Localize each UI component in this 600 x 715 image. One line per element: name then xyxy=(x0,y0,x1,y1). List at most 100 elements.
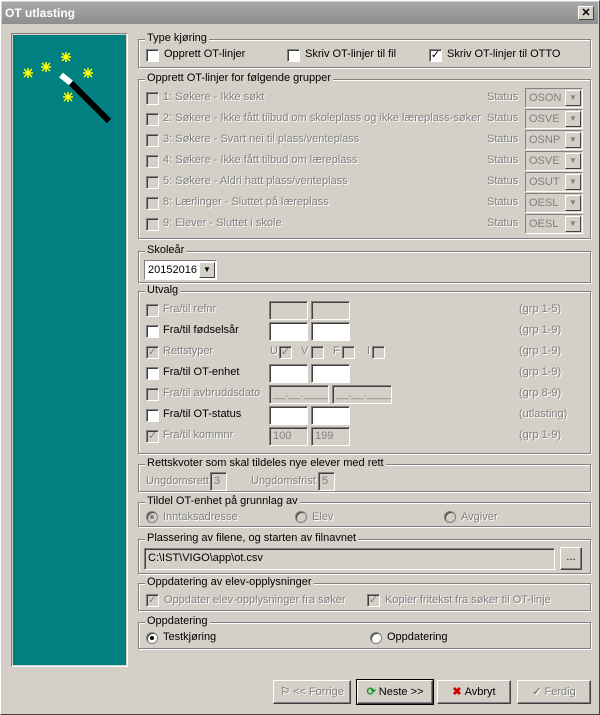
utvalg-checkbox[interactable]: ✓ xyxy=(146,346,159,359)
skolear-value: 20152016 xyxy=(148,264,197,276)
rett-u-checkbox[interactable]: ✓ xyxy=(279,346,292,359)
utvalg-checkbox[interactable] xyxy=(146,325,159,338)
group-title: Plassering av filene, og starten av filn… xyxy=(145,532,359,544)
fra-field[interactable] xyxy=(269,301,308,320)
status-label: Status xyxy=(487,133,519,145)
utvalg-label: Fra/til OT-status xyxy=(163,408,242,420)
gruppe-checkbox[interactable] xyxy=(146,113,159,126)
til-field[interactable] xyxy=(311,322,350,341)
radio-avgiver[interactable] xyxy=(444,511,456,523)
group-title: Utvalg xyxy=(145,284,181,296)
back-button[interactable]: ⚐ << Forrige xyxy=(273,680,351,704)
status-select[interactable]: OSON ▼ xyxy=(525,88,583,108)
til-field[interactable]: __.__.____ xyxy=(332,385,392,404)
fra-field[interactable]: 100 xyxy=(269,427,308,446)
chevron-down-icon[interactable]: ▼ xyxy=(565,216,581,232)
chevron-down-icon[interactable]: ▼ xyxy=(565,174,581,190)
dialog-window: OT utlasting ✕ Type kjøring Opprett OT-l… xyxy=(0,0,600,715)
chevron-down-icon[interactable]: ▼ xyxy=(565,111,581,127)
skriv-til-otto-checkbox[interactable]: ✓ xyxy=(429,49,442,62)
status-select[interactable]: OSNP ▼ xyxy=(525,130,583,150)
utvalg-label: Fra/til OT-enhet xyxy=(163,366,240,378)
status-select[interactable]: OESL ▼ xyxy=(525,193,583,213)
til-field[interactable] xyxy=(311,301,350,320)
oppdater-elev-checkbox[interactable]: ✓ xyxy=(146,594,159,607)
finish-button[interactable]: ✓ Ferdig xyxy=(517,680,591,704)
radio-oppdatering[interactable] xyxy=(370,632,382,644)
til-field[interactable]: 199 xyxy=(311,427,350,446)
gruppe-label: 4: Søkere - Ikke fått tilbud om læreplas… xyxy=(163,154,358,166)
opprett-ot-linjer-checkbox[interactable] xyxy=(146,49,159,62)
close-button[interactable]: ✕ xyxy=(578,6,594,20)
gruppe-label: 8: Lærlinger - Sluttet på læreplass xyxy=(163,196,329,208)
group-title: Oppdatering av elev-opplysninger xyxy=(145,576,314,588)
gruppe-checkbox[interactable] xyxy=(146,218,159,231)
chevron-down-icon[interactable]: ▼ xyxy=(199,262,215,278)
checkmark-icon: ✓ xyxy=(532,686,542,698)
group-rettskvoter: Rettskvoter som skal tildeles nye elever… xyxy=(138,457,591,492)
utvalg-checkbox[interactable] xyxy=(146,304,159,317)
status-select[interactable]: OESL ▼ xyxy=(525,214,583,234)
chevron-down-icon[interactable]: ▼ xyxy=(565,153,581,169)
utvalg-label: Fra/til fødselsår xyxy=(163,324,239,336)
finish-label: Ferdig xyxy=(544,686,576,698)
group-oppdatering-elev: Oppdatering av elev-opplysninger ✓ Oppda… xyxy=(138,576,591,611)
ungdomsfrist-field[interactable]: 5 xyxy=(318,472,335,491)
cancel-label: Avbryt xyxy=(464,686,496,698)
radio-elev[interactable] xyxy=(295,511,307,523)
til-field[interactable] xyxy=(311,364,350,383)
status-label: Status xyxy=(487,175,519,187)
gruppe-checkbox[interactable] xyxy=(146,176,159,189)
skriv-til-fil-checkbox[interactable] xyxy=(287,49,300,62)
utvalg-label: Fra/til kommnr xyxy=(163,429,234,441)
skriv-til-fil-label: Skriv OT-linjer til fil xyxy=(305,48,397,60)
status-value: OESL xyxy=(529,197,559,209)
radio-testkjoring[interactable] xyxy=(146,632,158,644)
group-title: Tildel OT-enhet på grunnlag av xyxy=(145,495,300,507)
utvalg-checkbox[interactable]: ✓ xyxy=(146,430,159,443)
ungdomsrett-field[interactable]: 3 xyxy=(210,472,227,491)
utvalg-checkbox[interactable] xyxy=(146,367,159,380)
rett-u-label: U xyxy=(270,345,278,357)
skolear-select[interactable]: 20152016 ▼ xyxy=(144,260,217,280)
utvalg-checkbox[interactable] xyxy=(146,409,159,422)
x-icon: ✖ xyxy=(452,686,462,698)
status-select[interactable]: OSVE ▼ xyxy=(525,151,583,171)
chevron-down-icon[interactable]: ▼ xyxy=(565,132,581,148)
gruppe-checkbox[interactable] xyxy=(146,134,159,147)
fra-field[interactable] xyxy=(269,406,308,425)
group-grupper: Opprett OT-linjer for følgende grupper 1… xyxy=(138,72,591,239)
chevron-down-icon[interactable]: ▼ xyxy=(565,195,581,211)
status-select[interactable]: OSVE ▼ xyxy=(525,109,583,129)
title-bar: OT utlasting ✕ xyxy=(2,2,598,24)
utvalg-label: Fra/til avbruddsdato xyxy=(163,387,261,399)
fra-field[interactable] xyxy=(269,322,308,341)
rett-f-checkbox[interactable] xyxy=(342,346,355,359)
til-field[interactable] xyxy=(311,406,350,425)
kopier-fritekst-checkbox[interactable]: ✓ xyxy=(367,594,380,607)
fra-field[interactable] xyxy=(269,364,308,383)
utvalg-checkbox[interactable] xyxy=(146,388,159,401)
status-label: Status xyxy=(487,196,519,208)
browse-button[interactable]: ... xyxy=(560,547,582,570)
group-title: Oppdatering xyxy=(145,615,210,627)
group-title: Opprett OT-linjer for følgende grupper xyxy=(145,72,334,84)
utvalg-hint: (grp 8-9) xyxy=(519,387,562,399)
status-value: OSNP xyxy=(529,134,561,146)
utvalg-label: Rettstyper xyxy=(163,345,214,357)
radio-inntaksadresse[interactable] xyxy=(146,511,158,523)
rett-v-checkbox[interactable] xyxy=(311,346,324,359)
rett-i-checkbox[interactable] xyxy=(372,346,385,359)
file-path-field[interactable]: C:\IST\VIGO\app\ot.csv xyxy=(144,548,555,570)
status-select[interactable]: OSUT ▼ xyxy=(525,172,583,192)
next-button[interactable]: ⟳ Neste >> xyxy=(356,679,434,705)
fra-field[interactable]: __.__.____ xyxy=(269,385,329,404)
window-title: OT utlasting xyxy=(5,6,75,20)
rett-v-label: V xyxy=(301,345,309,357)
gruppe-checkbox[interactable] xyxy=(146,197,159,210)
gruppe-checkbox[interactable] xyxy=(146,155,159,168)
cancel-button[interactable]: ✖ Avbryt xyxy=(437,680,511,704)
status-value: OSUT xyxy=(529,176,560,188)
chevron-down-icon[interactable]: ▼ xyxy=(565,90,581,106)
gruppe-checkbox[interactable] xyxy=(146,92,159,105)
